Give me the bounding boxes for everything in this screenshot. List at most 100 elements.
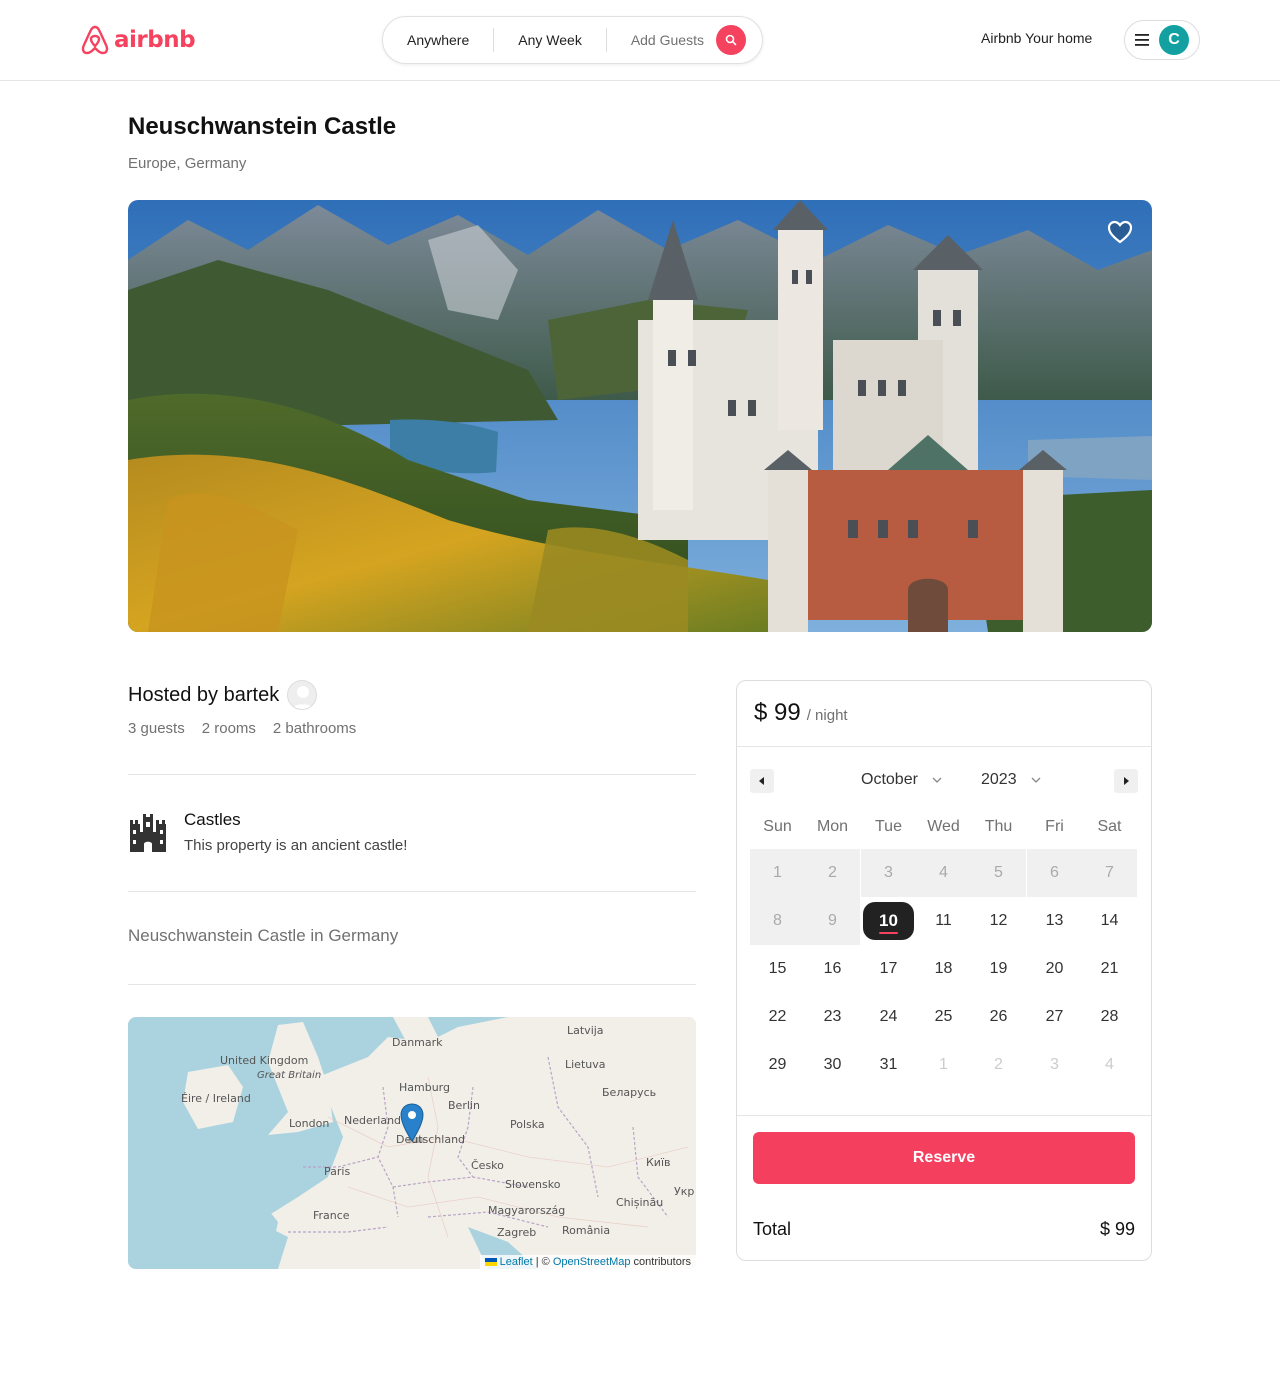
search-bar[interactable]: Anywhere Any Week Add Guests bbox=[382, 16, 763, 64]
map-label: Danmark bbox=[392, 1036, 443, 1049]
nightly-price: $ 99 bbox=[754, 699, 801, 726]
map-label: Zagreb bbox=[497, 1226, 537, 1239]
map-label: Magyarország bbox=[488, 1204, 566, 1217]
weekday-label: Sun bbox=[763, 818, 792, 835]
search-button[interactable] bbox=[715, 25, 746, 55]
category-title: Castles bbox=[184, 810, 241, 829]
calendar-day[interactable]: 19 bbox=[971, 945, 1026, 993]
airbnb-logo-icon bbox=[81, 25, 109, 55]
rooms-count: 2 rooms bbox=[201, 720, 256, 737]
host-info: Hosted by bartek bbox=[128, 680, 318, 710]
castle-icon bbox=[130, 814, 166, 852]
airbnb-your-home-link[interactable]: Airbnb Your home bbox=[981, 30, 1092, 46]
prev-month-button[interactable] bbox=[750, 769, 774, 793]
calendar-day: 5 bbox=[971, 849, 1026, 897]
map-attribution: Leaflet | © OpenStreetMap contributors bbox=[479, 1255, 696, 1269]
map-label: Chișinău bbox=[616, 1196, 664, 1209]
calendar-day: 4 bbox=[1105, 1056, 1114, 1073]
calendar-day[interactable]: 29 bbox=[750, 1041, 805, 1089]
guests-count: 3 guests bbox=[128, 720, 185, 737]
weekday-label: Fri bbox=[1045, 818, 1064, 835]
host-avatar bbox=[287, 680, 318, 710]
map-label: Latvija bbox=[567, 1024, 604, 1037]
search-anywhere[interactable]: Anywhere bbox=[383, 28, 493, 52]
map-marker-icon[interactable] bbox=[400, 1103, 424, 1143]
category-description: This property is an ancient castle! bbox=[184, 837, 408, 854]
logo-text: airbnb bbox=[114, 27, 196, 53]
price-row: $ 99 / night bbox=[754, 699, 848, 727]
listing-description: Neuschwanstein Castle in Germany bbox=[128, 926, 399, 945]
map-label: Lietuva bbox=[565, 1058, 606, 1071]
map-label: London bbox=[289, 1117, 330, 1130]
chevron-down-icon bbox=[1031, 777, 1041, 783]
calendar-day[interactable]: 24 bbox=[861, 993, 916, 1041]
year-select[interactable]: 2023 bbox=[981, 771, 1041, 789]
calendar-day: 3 bbox=[1050, 1056, 1059, 1073]
booking-card: $ 99 / night October 2023 Sun Mon Tue Wed Th… bbox=[736, 680, 1152, 1261]
hosted-by-label: Hosted by bartek bbox=[128, 683, 280, 706]
calendar-day: 6 bbox=[1027, 849, 1082, 897]
calendar-day-selected[interactable]: 10 bbox=[861, 897, 916, 945]
calendar-day: 2 bbox=[994, 1056, 1003, 1073]
calendar-day[interactable]: 16 bbox=[805, 945, 860, 993]
listing-location: Europe, Germany bbox=[128, 155, 247, 172]
calendar-day[interactable]: 22 bbox=[750, 993, 805, 1041]
weekday-label: Tue bbox=[875, 818, 902, 835]
bathrooms-count: 2 bathrooms bbox=[272, 720, 357, 737]
calendar-day[interactable]: 11 bbox=[916, 897, 971, 945]
map-label: Polska bbox=[510, 1118, 545, 1131]
reserve-button[interactable]: Reserve bbox=[753, 1132, 1135, 1184]
calendar-day[interactable]: 12 bbox=[971, 897, 1026, 945]
calendar-day[interactable]: 17 bbox=[861, 945, 916, 993]
airbnb-logo[interactable]: airbnb bbox=[80, 22, 196, 58]
favorite-heart-icon[interactable] bbox=[1106, 218, 1134, 246]
map-label: France bbox=[313, 1209, 350, 1222]
map-label: Slovensko bbox=[505, 1178, 561, 1191]
next-month-button[interactable] bbox=[1114, 769, 1138, 793]
ukraine-flag-icon bbox=[484, 1258, 497, 1267]
per-night-label: / night bbox=[806, 707, 848, 724]
calendar-day[interactable]: 30 bbox=[805, 1041, 860, 1089]
attribution-suffix: contributors bbox=[630, 1256, 691, 1268]
calendar-day[interactable]: 15 bbox=[750, 945, 805, 993]
menu-icon bbox=[1135, 34, 1149, 46]
search-add-guests[interactable]: Add Guests bbox=[607, 28, 716, 52]
calendar-day[interactable]: 27 bbox=[1027, 993, 1082, 1041]
calendar-day: 2 bbox=[805, 849, 860, 897]
listing-stats: 3 guests 2 rooms 2 bathrooms bbox=[128, 720, 356, 737]
calendar-day[interactable]: 26 bbox=[971, 993, 1026, 1041]
location-map[interactable]: Latvija Danmark Lietuva United Kingdom G… bbox=[128, 1017, 696, 1269]
caret-right-icon bbox=[1124, 777, 1129, 785]
user-menu-button[interactable]: C bbox=[1124, 20, 1200, 60]
listing-title: Neuschwanstein Castle bbox=[128, 113, 397, 140]
calendar-day: 4 bbox=[916, 849, 971, 897]
calendar-day: 1 bbox=[939, 1056, 948, 1073]
calendar-day[interactable]: 25 bbox=[916, 993, 971, 1041]
month-select[interactable]: October bbox=[861, 771, 942, 789]
calendar-day[interactable]: 23 bbox=[805, 993, 860, 1041]
month-value: October bbox=[861, 771, 918, 788]
card-divider bbox=[737, 1115, 1151, 1116]
map-label: Paris bbox=[324, 1165, 351, 1178]
leaflet-link[interactable]: Leaflet bbox=[500, 1256, 533, 1268]
search-any-week[interactable]: Any Week bbox=[494, 28, 606, 52]
calendar-day[interactable]: 18 bbox=[916, 945, 971, 993]
attribution-separator: | © bbox=[532, 1256, 553, 1268]
calendar-day[interactable]: 20 bbox=[1027, 945, 1082, 993]
map-label: Беларусь bbox=[602, 1086, 657, 1099]
user-placeholder-icon bbox=[292, 686, 314, 709]
calendar-day[interactable]: 14 bbox=[1082, 897, 1137, 945]
map-label: Great Britain bbox=[257, 1070, 322, 1081]
osm-link[interactable]: OpenStreetMap bbox=[553, 1256, 631, 1268]
caret-left-icon bbox=[759, 777, 764, 785]
map-label: Česko bbox=[471, 1159, 504, 1172]
total-label: Total bbox=[753, 1219, 792, 1239]
card-divider bbox=[737, 746, 1151, 747]
castle-landscape-image bbox=[128, 200, 1152, 632]
map-label: Berlin bbox=[448, 1099, 480, 1112]
calendar-day[interactable]: 31 bbox=[861, 1041, 916, 1089]
map-label: Hamburg bbox=[399, 1081, 450, 1094]
calendar-day[interactable]: 21 bbox=[1082, 945, 1137, 993]
calendar-day[interactable]: 13 bbox=[1027, 897, 1082, 945]
calendar-day[interactable]: 28 bbox=[1082, 993, 1137, 1041]
